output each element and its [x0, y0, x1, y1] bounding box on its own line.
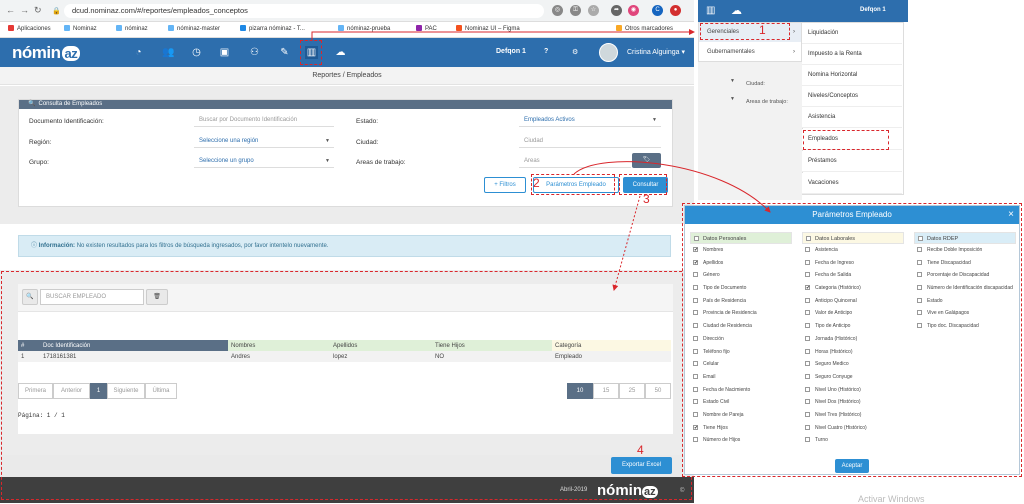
- arrow-1: [311, 29, 695, 40]
- arrow-3: [612, 195, 641, 291]
- annotation-arrows: [311, 29, 771, 291]
- arrow-2: [573, 161, 771, 213]
